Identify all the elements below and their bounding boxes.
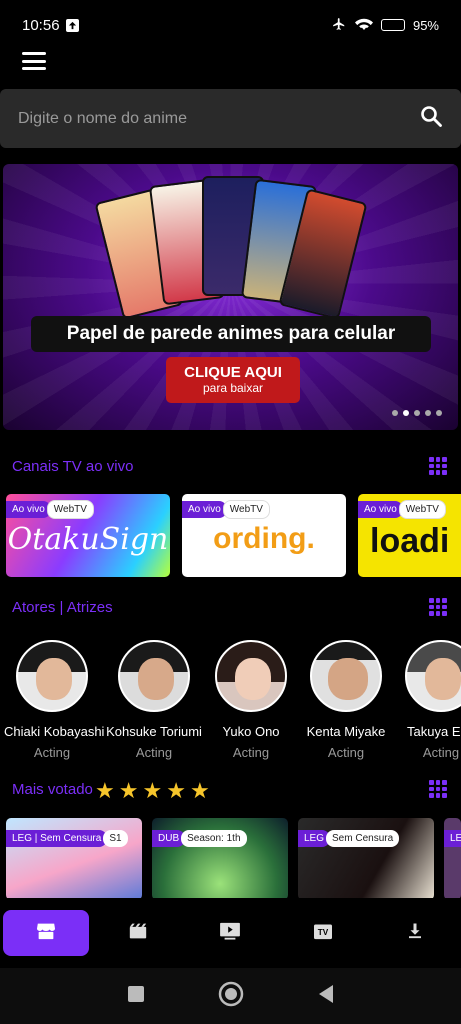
system-navigation — [0, 968, 461, 1024]
nav-videos[interactable] — [187, 910, 273, 956]
anime-card[interactable]: LEG Sem Censura — [298, 818, 434, 900]
carousel-dot-active[interactable] — [403, 410, 409, 416]
anime-card[interactable]: DUB Season: 1th — [152, 818, 288, 900]
channel-card[interactable]: Ao vivo WebTV loadi — [358, 494, 461, 577]
battery-level: 95% — [412, 17, 439, 33]
carousel-dot[interactable] — [425, 410, 431, 416]
actor-name: Kenta Miyake — [306, 724, 386, 739]
play-icon — [219, 922, 241, 945]
svg-text:TV: TV — [317, 928, 328, 937]
section-title-actors: Atores | Atrizes — [12, 599, 113, 616]
actor-role: Acting — [422, 745, 460, 760]
download-icon — [406, 922, 424, 945]
upload-icon — [65, 18, 79, 32]
carousel-dot[interactable] — [414, 410, 420, 416]
status-time: 10:56 — [22, 16, 60, 34]
star-icon: ★ — [95, 778, 115, 803]
live-badge: Ao vivo — [6, 501, 51, 518]
search-input[interactable] — [18, 109, 419, 128]
season-badge: S1 — [103, 830, 128, 847]
wifi-icon — [354, 17, 373, 34]
grid-view-icon[interactable] — [429, 598, 447, 616]
movie-icon — [128, 922, 148, 945]
avatar — [405, 640, 461, 712]
store-icon — [36, 922, 56, 945]
avatar — [118, 640, 190, 712]
channel-card[interactable]: Ao vivo WebTV ording. — [182, 494, 346, 577]
carousel-dot[interactable] — [436, 410, 442, 416]
grid-view-icon[interactable] — [429, 457, 447, 475]
channel-logo: OtakuSign — [7, 522, 169, 557]
promo-banner[interactable]: Papel de parede animes para celular CLIQ… — [3, 164, 458, 430]
actor-role: Acting — [135, 745, 173, 760]
nav-downloads[interactable] — [372, 910, 458, 956]
section-title-top-rated: Mais votado — [12, 781, 93, 798]
search-bar — [0, 89, 461, 148]
actor-role: Acting — [327, 745, 365, 760]
banner-cta-button[interactable]: CLIQUE AQUI para baixar — [166, 357, 300, 403]
battery-icon — [380, 19, 405, 31]
webtv-badge: WebTV — [222, 500, 270, 519]
actor-name: Yuko Ono — [222, 724, 280, 739]
actor-name: Kohsuke Toriumi — [106, 724, 202, 739]
actor-role: Acting — [33, 745, 71, 760]
actor-name: Takuya Egu — [407, 724, 461, 739]
actor-name: Chiaki Kobayashi — [4, 724, 105, 739]
actor-card[interactable]: Chiaki Kobayashi Acting — [4, 640, 105, 760]
bottom-navigation: TV — [0, 898, 461, 968]
phones-illustration — [94, 176, 368, 320]
rating-stars: ★ ★ ★ ★ ★ — [95, 778, 210, 804]
actor-role: Acting — [232, 745, 270, 760]
channel-card[interactable]: Ao vivo WebTV OtakuSign — [6, 494, 170, 577]
webtv-badge: WebTV — [46, 500, 94, 519]
actor-card[interactable]: Kohsuke Toriumi Acting — [106, 640, 202, 760]
tv-icon: TV — [313, 922, 333, 945]
section-title-channels: Canais TV ao vivo — [12, 458, 134, 475]
actor-card[interactable]: Kenta Miyake Acting — [298, 640, 394, 760]
banner-cta-label: CLIQUE AQUI — [184, 364, 282, 382]
star-icon: ★ — [142, 778, 163, 803]
menu-icon[interactable] — [22, 52, 46, 70]
channel-logo: loadi — [370, 522, 450, 560]
nav-home[interactable] — [3, 910, 90, 956]
actor-card[interactable]: Yuko Ono Acting — [203, 640, 299, 760]
carousel-dots[interactable] — [392, 410, 442, 416]
grid-view-icon[interactable] — [429, 780, 447, 798]
back-icon[interactable] — [317, 984, 335, 1009]
season-badge: Season: 1th — [181, 830, 247, 847]
lang-badge: LE — [444, 830, 461, 847]
lang-badge: LEG | Sem Censura — [6, 830, 108, 847]
avatar — [310, 640, 382, 712]
airplane-icon — [331, 17, 347, 34]
search-icon[interactable] — [419, 104, 443, 133]
banner-cta-sublabel: para baixar — [202, 380, 264, 395]
carousel-dot[interactable] — [392, 410, 398, 416]
banner-title: Papel de parede animes para celular — [31, 316, 431, 352]
recents-icon[interactable] — [127, 985, 145, 1008]
live-badge: Ao vivo — [358, 501, 403, 518]
censor-badge: Sem Censura — [326, 830, 400, 847]
status-bar: 10:56 95% — [0, 0, 461, 50]
nav-movies[interactable] — [95, 910, 181, 956]
anime-card[interactable]: LE — [444, 818, 461, 900]
nav-tv[interactable]: TV — [280, 910, 366, 956]
star-icon: ★ — [189, 778, 210, 803]
star-icon: ★ — [166, 778, 186, 803]
star-icon: ★ — [118, 778, 139, 803]
home-icon[interactable] — [218, 981, 244, 1012]
webtv-badge: WebTV — [398, 500, 446, 519]
live-badge: Ao vivo — [182, 501, 227, 518]
avatar — [16, 640, 88, 712]
anime-card[interactable]: LEG | Sem Censura S1 — [6, 818, 142, 900]
avatar — [215, 640, 287, 712]
channel-logo: ording. — [213, 522, 315, 555]
actor-card[interactable]: Takuya Egu Acting — [393, 640, 461, 760]
